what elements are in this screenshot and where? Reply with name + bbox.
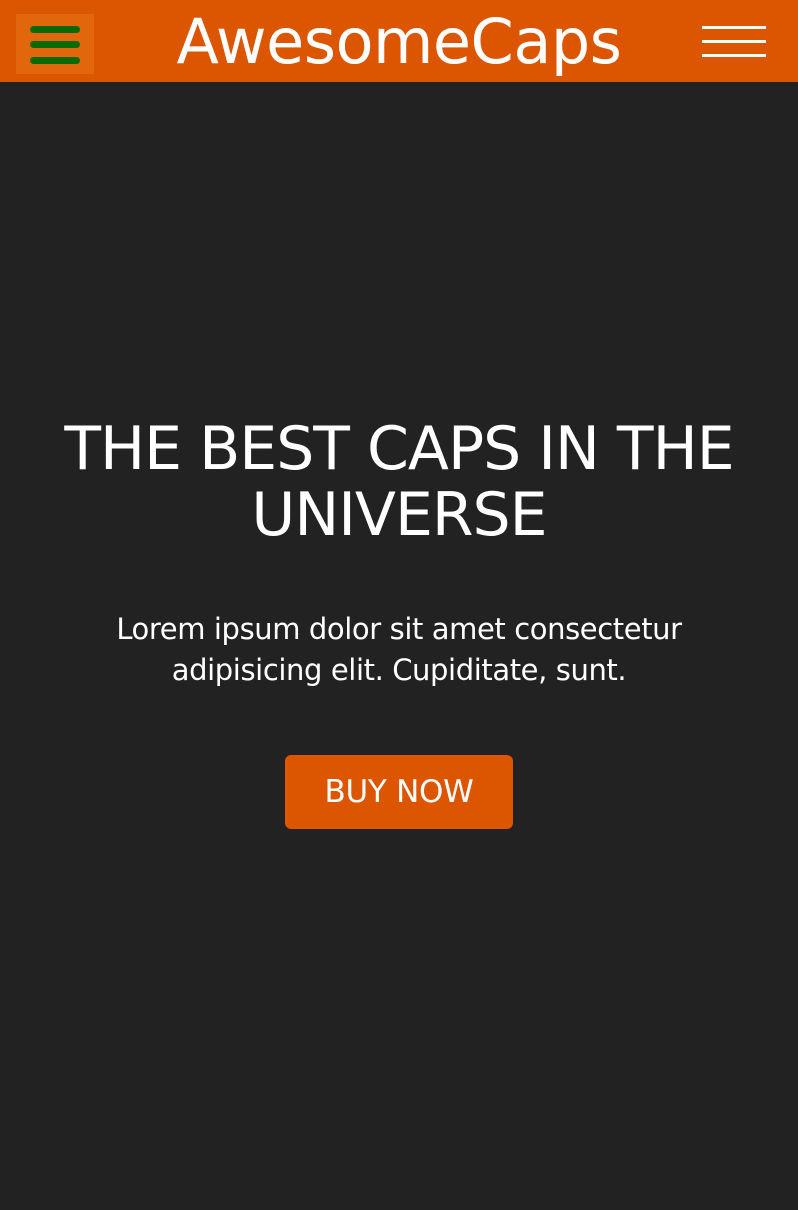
- hero-description: Lorem ipsum dolor sit amet consectetur a…: [116, 612, 682, 687]
- site-header: AwesomeCaps: [0, 0, 798, 82]
- buy-now-button[interactable]: BUY NOW: [285, 755, 513, 829]
- menu-bar: [702, 54, 766, 57]
- hero-title: THE BEST CAPS IN THE UNIVERSE: [64, 414, 734, 550]
- menu-bar: [702, 26, 766, 29]
- right-menu-button[interactable]: [702, 24, 766, 60]
- brand-logo[interactable]: AwesomeCaps: [0, 6, 798, 78]
- menu-bar: [702, 40, 766, 43]
